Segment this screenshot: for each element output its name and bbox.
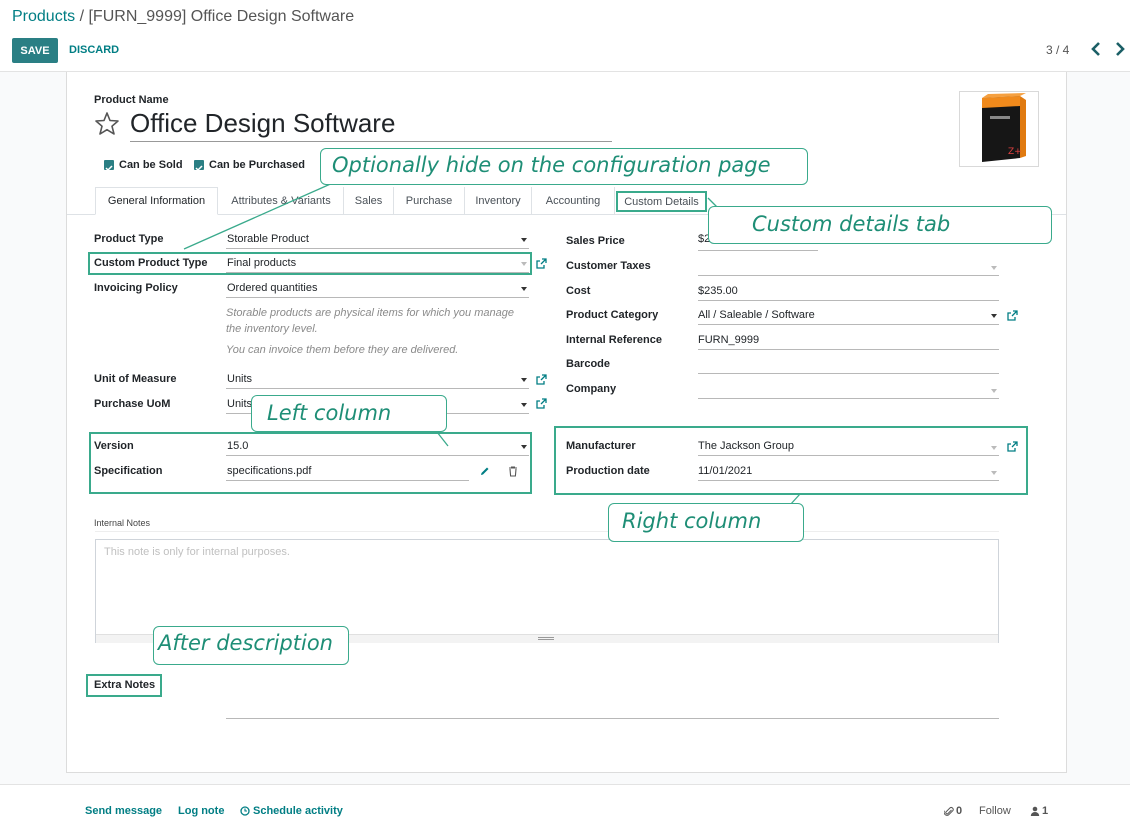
pager-value: 3 / 4: [1046, 43, 1070, 57]
callout-custom-tab: Custom details tab: [708, 206, 1052, 244]
tab-inventory[interactable]: Inventory: [465, 187, 531, 215]
product-category-value: All / Saleable / Software: [698, 309, 815, 321]
callout-configuration-text: Optionally hide on the configuration pag…: [332, 153, 771, 177]
callout-right-column: Right column: [608, 503, 804, 542]
callout-left-column: Left column: [251, 395, 447, 432]
breadcrumb-separator: /: [75, 8, 89, 25]
purchase-uom-label: Purchase UoM: [94, 398, 171, 410]
breadcrumb-products-link[interactable]: Products: [12, 8, 75, 25]
chevron-right-icon[interactable]: [1113, 41, 1127, 57]
caret-down-icon: [521, 287, 527, 291]
product-image[interactable]: Z+: [959, 91, 1039, 167]
tab-general-information[interactable]: General Information: [95, 187, 218, 215]
caret-down-icon: [521, 378, 527, 382]
customer-taxes-select[interactable]: [698, 258, 999, 276]
company-select[interactable]: [698, 381, 999, 399]
schedule-activity-label: Schedule activity: [253, 805, 343, 817]
custom-tab-highlight: [616, 191, 707, 212]
save-button[interactable]: SAVE: [12, 38, 58, 63]
product-category-label: Product Category: [566, 309, 659, 321]
callout-configuration: Optionally hide on the configuration pag…: [320, 148, 808, 185]
internal-reference-input[interactable]: FURN_9999: [698, 332, 999, 350]
can-be-sold-checkbox[interactable]: [104, 160, 114, 172]
customer-taxes-label: Customer Taxes: [566, 260, 651, 272]
external-link-icon[interactable]: [536, 374, 547, 385]
svg-text:Z+: Z+: [1008, 147, 1022, 157]
checkmark-icon: [104, 160, 114, 172]
internal-notes-separator: [95, 531, 999, 532]
product-type-value: Storable Product: [227, 233, 309, 245]
external-link-icon[interactable]: [536, 258, 547, 269]
caret-down-icon: [991, 266, 997, 270]
invoicing-policy-value: Ordered quantities: [227, 282, 318, 294]
invoicing-policy-select[interactable]: Ordered quantities: [226, 280, 529, 298]
product-type-select[interactable]: Storable Product: [226, 231, 529, 249]
follow-button[interactable]: Follow: [979, 805, 1011, 817]
can-be-purchased-label: Can be Purchased: [209, 159, 305, 171]
attachments-count: 0: [956, 805, 963, 817]
tab-purchase[interactable]: Purchase: [394, 187, 464, 215]
barcode-input[interactable]: [698, 356, 999, 374]
unit-of-measure-select[interactable]: Units: [226, 371, 529, 389]
can-be-sold-label: Can be Sold: [119, 159, 183, 171]
callout-after-description-text: After description: [158, 631, 333, 655]
cost-value: $235.00: [698, 285, 738, 297]
breadcrumb-current: [FURN_9999] Office Design Software: [88, 8, 355, 25]
caret-down-icon: [991, 314, 997, 318]
caret-down-icon: [521, 238, 527, 242]
product-type-label: Product Type: [94, 233, 164, 245]
right-column-highlight: [554, 426, 1028, 495]
product-name-input[interactable]: Office Design Software: [130, 108, 395, 139]
invoicing-policy-label: Invoicing Policy: [94, 282, 178, 294]
discard-button[interactable]: DISCARD: [69, 44, 119, 56]
clock-icon: [240, 806, 250, 816]
chevron-left-icon[interactable]: [1089, 41, 1103, 57]
extra-notes-label: Extra Notes: [94, 679, 156, 691]
user-icon: [1030, 806, 1040, 816]
unit-of-measure-label: Unit of Measure: [94, 373, 177, 385]
unit-of-measure-value: Units: [227, 373, 253, 385]
internal-notes-placeholder: This note is only for internal purposes.: [104, 546, 290, 558]
tab-separator: [614, 187, 615, 214]
callout-after-description: After description: [153, 626, 349, 665]
callout-right-column-text: Right column: [622, 509, 762, 533]
internal-reference-value: FURN_9999: [698, 334, 760, 346]
chatter-divider: [0, 784, 1130, 785]
product-category-select[interactable]: All / Saleable / Software: [698, 307, 999, 325]
extra-notes-input[interactable]: [226, 718, 999, 719]
external-link-icon[interactable]: [1007, 310, 1018, 321]
star-icon[interactable]: [94, 111, 120, 135]
internal-notes-label: Internal Notes: [94, 518, 151, 528]
custom-type-highlight: [88, 252, 532, 275]
product-type-help-2: You can invoice them before they are del…: [226, 344, 459, 356]
tab-sales[interactable]: Sales: [344, 187, 393, 215]
purchase-uom-value: Units: [227, 398, 253, 410]
paperclip-icon: [944, 807, 954, 816]
caret-down-icon: [521, 403, 527, 407]
barcode-label: Barcode: [566, 358, 611, 370]
caret-down-icon: [991, 389, 997, 393]
followers-count: 1: [1042, 805, 1049, 817]
left-column-highlight: [89, 432, 532, 494]
product-name-underline: [130, 141, 612, 142]
product-type-help-1: Storable products are physical items for…: [226, 307, 514, 335]
checkmark-icon: [194, 160, 204, 172]
sales-price-label: Sales Price: [566, 235, 625, 247]
company-label: Company: [566, 383, 617, 395]
breadcrumb: Products / [FURN_9999] Office Design Sof…: [12, 8, 354, 26]
log-note-button[interactable]: Log note: [178, 805, 224, 817]
callout-left-column-text: Left column: [267, 401, 392, 425]
external-link-icon[interactable]: [536, 398, 547, 409]
callout-custom-tab-text: Custom details tab: [752, 212, 951, 236]
software-box-image: Z+: [982, 93, 1026, 162]
send-message-button[interactable]: Send message: [85, 805, 162, 817]
can-be-purchased-checkbox[interactable]: [194, 160, 204, 172]
internal-reference-label: Internal Reference: [566, 334, 662, 346]
tab-attributes-variants[interactable]: Attributes & Variants: [219, 187, 343, 215]
cost-input[interactable]: $235.00: [698, 283, 999, 301]
tab-accounting[interactable]: Accounting: [532, 187, 614, 215]
cost-label: Cost: [566, 285, 591, 297]
product-name-label: Product Name: [94, 94, 169, 106]
